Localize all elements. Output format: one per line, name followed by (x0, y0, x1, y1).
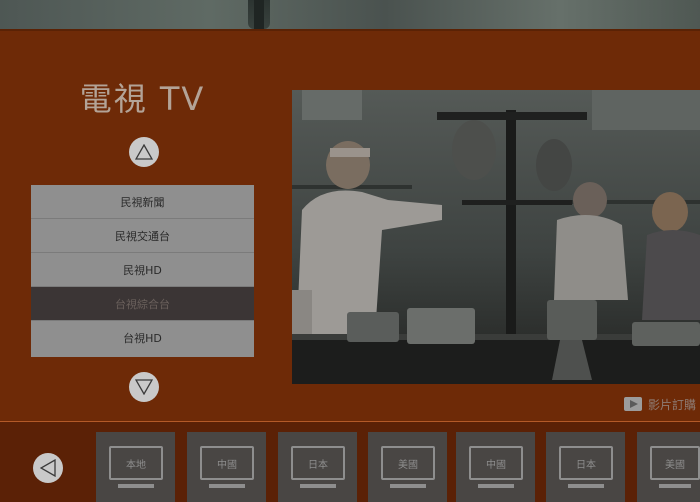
scroll-left-button[interactable] (33, 453, 63, 483)
tv-icon: 本地 (109, 446, 163, 480)
tv-stand (300, 484, 336, 488)
region-tile[interactable]: 中國 (187, 432, 266, 502)
scroll-up-button[interactable] (129, 137, 159, 167)
region-label: 中國 (486, 459, 506, 471)
tv-icon: 中國 (200, 446, 254, 480)
channel-item[interactable]: 民視HD (31, 253, 254, 287)
channel-item[interactable]: 民視新聞 (31, 185, 254, 219)
subscribe-icon (623, 397, 642, 411)
top-banner-image (0, 0, 700, 29)
triangle-up-icon (135, 144, 153, 160)
tv-stand (568, 484, 604, 488)
region-tile[interactable]: 美國 (637, 432, 700, 502)
region-tile[interactable]: 日本 (278, 432, 357, 502)
video-subscribe-button[interactable]: 影片訂購 (623, 396, 696, 412)
channel-item[interactable]: 台視HD (31, 321, 254, 355)
channel-item[interactable]: 民視交通台 (31, 219, 254, 253)
tv-icon: 美國 (650, 446, 700, 480)
page-title: 電視 TV (79, 80, 206, 118)
region-label: 日本 (308, 459, 328, 471)
subscribe-label: 影片訂購 (647, 397, 696, 412)
tv-icon: 日本 (291, 446, 345, 480)
video-player[interactable] (292, 90, 700, 384)
top-divider (0, 29, 700, 31)
region-tile[interactable]: 中國 (456, 432, 535, 502)
region-tile[interactable]: 美國 (368, 432, 447, 502)
region-label: 美國 (665, 459, 685, 471)
region-label: 美國 (398, 459, 418, 471)
triangle-down-icon (135, 379, 153, 395)
tv-icon: 日本 (559, 446, 613, 480)
region-tile[interactable]: 日本 (546, 432, 625, 502)
tv-icon: 美國 (381, 446, 435, 480)
channel-label: 民視新聞 (120, 195, 165, 209)
tv-stand (209, 484, 245, 488)
banner-figure-shadow (254, 0, 264, 29)
video-frame (292, 90, 700, 384)
tv-stand (118, 484, 154, 488)
region-label: 本地 (126, 459, 146, 471)
tv-stand (390, 484, 426, 488)
region-tile[interactable]: 本地 (96, 432, 175, 502)
region-label: 中國 (217, 459, 237, 471)
channel-label: 民視交通台 (115, 229, 170, 243)
channel-label: 台視HD (123, 332, 162, 345)
tv-stand (659, 484, 691, 488)
channel-label: 台視綜合台 (115, 297, 170, 311)
channel-list: 民視新聞 民視交通台 民視HD 台視綜合台 台視HD (31, 185, 254, 357)
channel-item-selected[interactable]: 台視綜合台 (31, 287, 254, 321)
tv-icon: 中國 (469, 446, 523, 480)
tv-stand (478, 484, 514, 488)
triangle-left-icon (40, 459, 56, 477)
region-label: 日本 (576, 459, 596, 471)
scroll-down-button[interactable] (129, 372, 159, 402)
channel-label: 民視HD (123, 263, 162, 277)
